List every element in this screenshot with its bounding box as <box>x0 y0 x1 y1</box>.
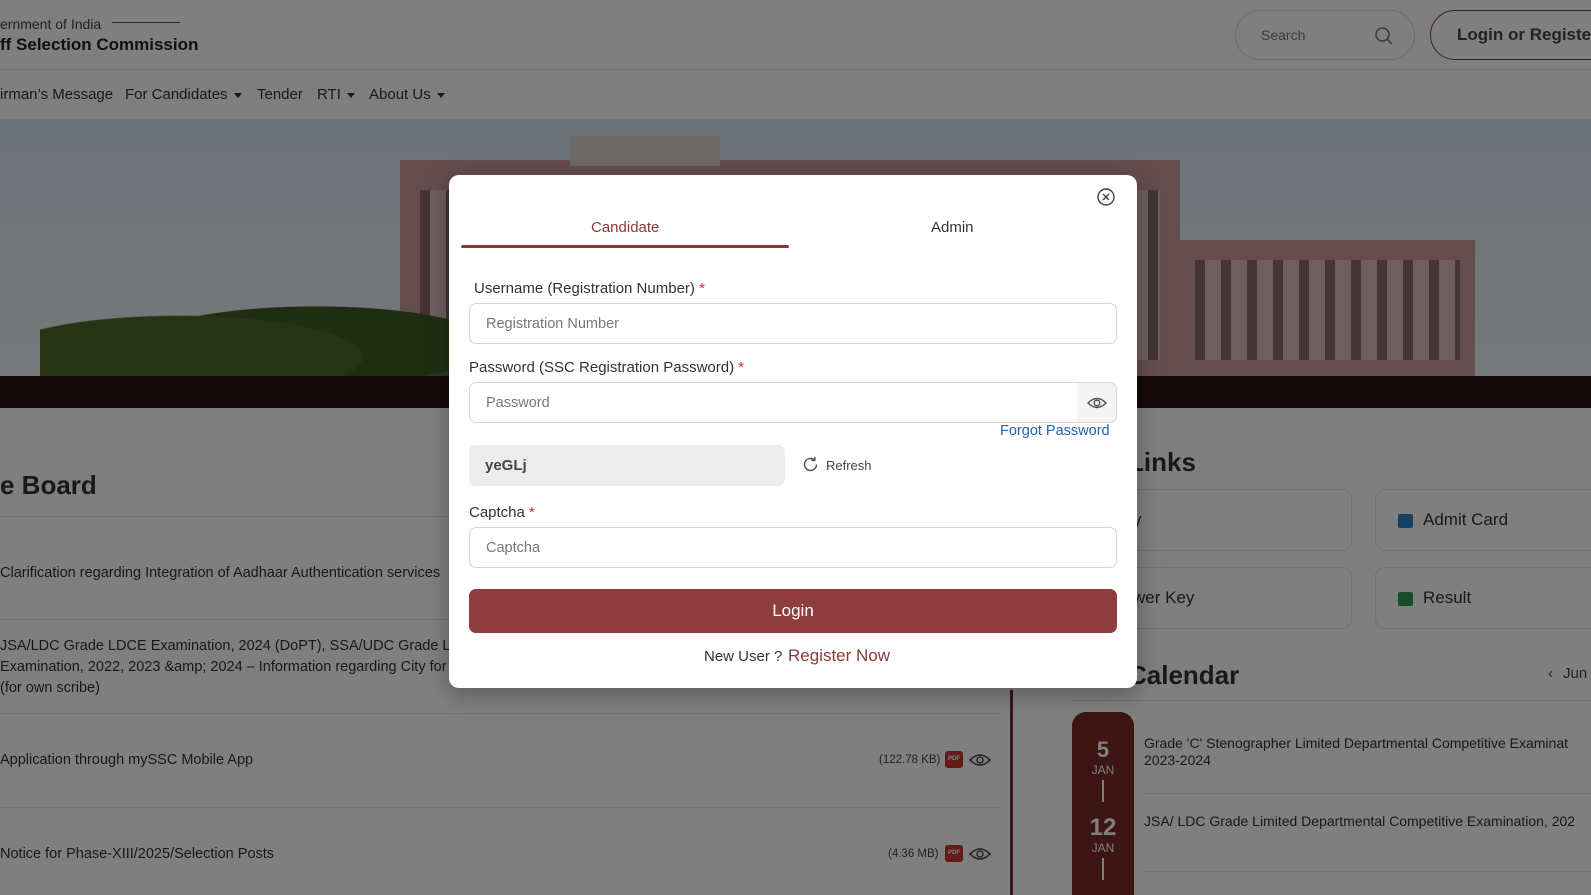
password-input[interactable] <box>469 382 1079 423</box>
tab-admin[interactable]: Admin <box>931 219 974 236</box>
refresh-icon <box>803 457 818 472</box>
username-input[interactable] <box>469 303 1117 344</box>
active-tab-indicator <box>461 245 789 248</box>
tab-candidate[interactable]: Candidate <box>591 219 659 236</box>
close-icon[interactable] <box>1096 187 1116 207</box>
username-label: Username (Registration Number) * <box>474 280 705 297</box>
password-label: Password (SSC Registration Password) * <box>469 359 745 376</box>
login-modal: Candidate Admin Username (Registration N… <box>449 175 1137 688</box>
required-mark: * <box>699 280 705 297</box>
captcha-label: Captcha * <box>469 504 535 521</box>
required-mark: * <box>529 504 535 521</box>
captcha-image: yeGLj <box>469 445 785 486</box>
show-password-toggle[interactable] <box>1077 382 1117 423</box>
eye-icon <box>1087 397 1107 409</box>
captcha-input[interactable] <box>469 527 1117 568</box>
required-mark: * <box>738 359 745 376</box>
new-user-text: New User ? <box>704 648 783 665</box>
register-now-link[interactable]: Register Now <box>788 646 890 666</box>
forgot-password-link[interactable]: Forgot Password <box>1000 423 1110 439</box>
login-button[interactable]: Login <box>469 589 1117 633</box>
